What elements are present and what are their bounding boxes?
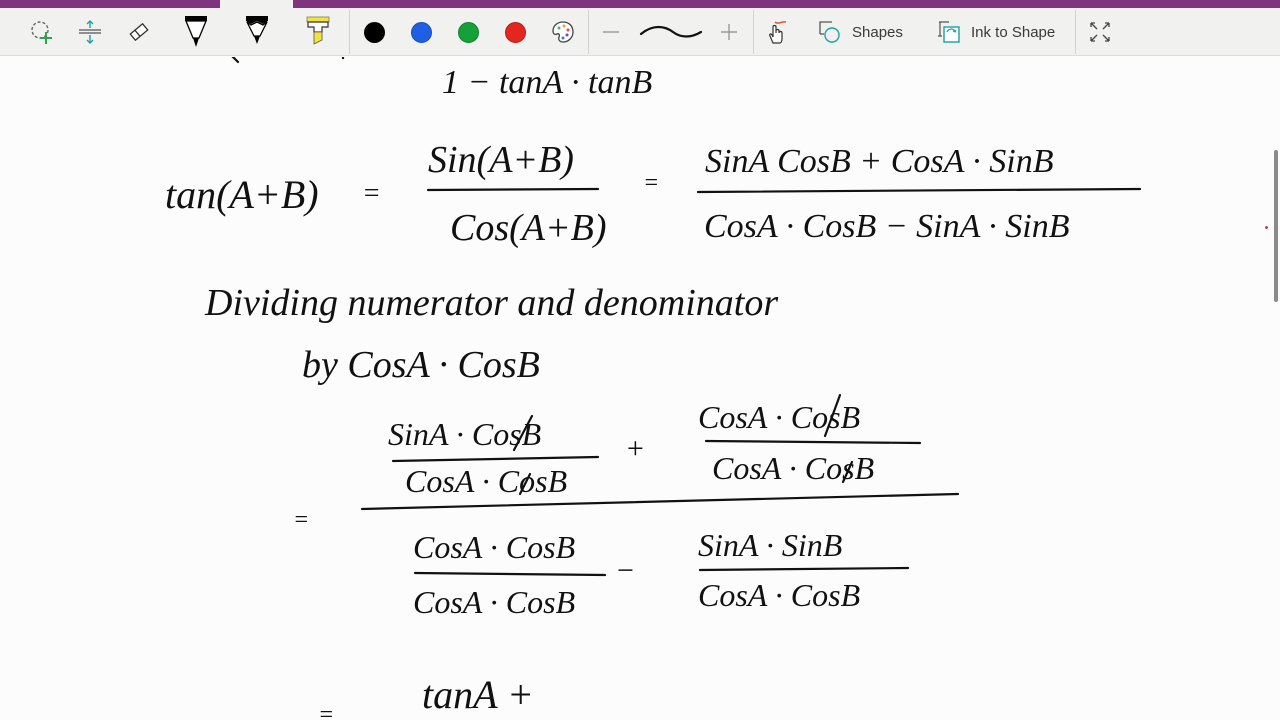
ink-to-shape-icon [938, 21, 960, 43]
shapes-label: Shapes [852, 23, 903, 41]
color-swatch-black [363, 21, 385, 43]
ink-fragment [341, 57, 345, 60]
toolbar-separator [1075, 10, 1076, 54]
eq2-term1-fraction-bar [391, 455, 600, 463]
toolbar-separator [588, 10, 589, 54]
eq3-partial: tanA + [422, 672, 534, 717]
eq1-rhs-fraction-bar [696, 187, 1142, 194]
color-black-button[interactable] [360, 8, 388, 56]
eraser-button[interactable] [121, 8, 157, 56]
decrease-thickness-button[interactable] [598, 8, 624, 56]
eraser-icon [129, 22, 149, 42]
eq2-term4-numerator: SinA · SinB [698, 527, 842, 563]
eq2-term3-denominator: CosA · CosB [413, 584, 575, 620]
ink-fragment [231, 57, 240, 64]
eq1-rhs-denominator: CosA · CosB − SinA · SinB [704, 208, 1070, 245]
eq2-minus: − [615, 554, 635, 587]
color-swatch-green [457, 21, 479, 43]
shapes-icon [819, 21, 840, 43]
minus-icon [603, 31, 619, 33]
lasso-select-button[interactable] [24, 8, 60, 56]
eq1-numerator: Sin(A+B) [428, 139, 574, 181]
fullscreen-icon [1090, 22, 1110, 42]
vertical-scrollbar[interactable] [1274, 150, 1278, 302]
draw-with-touch-button[interactable] [762, 8, 792, 56]
eq1-fraction-bar [426, 187, 600, 192]
handwritten-math: 1 − tanA · tanB tan(A+B) = Sin(A+B) Cos(… [165, 57, 1142, 720]
eq2-term4-fraction-bar [698, 566, 910, 572]
add-space-button[interactable] [72, 8, 108, 56]
note-line-2: by CosA · CosB [302, 344, 540, 386]
lasso-select-icon [31, 21, 52, 44]
eq2-term4-denominator: CosA · CosB [698, 577, 860, 613]
ink-to-shape-label: Ink to Shape [971, 23, 1056, 41]
title-bar-accent [0, 0, 1280, 8]
pen-button[interactable] [178, 8, 214, 56]
plus-icon [721, 24, 737, 40]
pencil-button[interactable] [239, 8, 275, 56]
highlighter-icon [306, 16, 330, 45]
ink-canvas[interactable]: 1 − tanA · tanB tan(A+B) = Sin(A+B) Cos(… [0, 57, 1280, 720]
pen-icon [185, 16, 207, 47]
color-green-button[interactable] [454, 8, 482, 56]
toolbar-separator [753, 10, 754, 54]
color-swatch-red [504, 21, 526, 43]
fullscreen-button[interactable] [1085, 8, 1115, 56]
more-colors-button[interactable] [548, 8, 578, 56]
highlighter-button[interactable] [300, 8, 336, 56]
ink-dot [1265, 226, 1268, 229]
eq1-equals: = [362, 178, 381, 209]
increase-thickness-button[interactable] [716, 8, 742, 56]
eq1-rhs-numerator: SinA CosB + CosA · SinB [705, 143, 1054, 180]
palette-icon [552, 21, 574, 43]
eq2-term1-numerator: SinA · CosB [388, 416, 541, 452]
shapes-button[interactable]: Shapes [818, 8, 908, 56]
active-tab-indicator [220, 0, 293, 8]
eq2-term3-fraction-bar [413, 571, 607, 577]
eq2-equals: = [293, 507, 309, 533]
eq1-lhs: tan(A+B) [165, 172, 319, 217]
eq1-equals-2: = [643, 170, 659, 196]
color-red-button[interactable] [501, 8, 529, 56]
top-partial-denominator: 1 − tanA · tanB [442, 64, 652, 101]
color-swatch-blue [410, 21, 432, 43]
eq2-plus: + [625, 432, 645, 465]
stroke-preview-icon [639, 25, 703, 38]
draw-toolbar: Shapes Ink to Shape [0, 8, 1280, 56]
color-blue-button[interactable] [407, 8, 435, 56]
note-line-1: Dividing numerator and denominator [204, 282, 778, 324]
touch-drawing-icon [769, 21, 787, 44]
eq2-term1-denominator: CosA · CosB [405, 463, 567, 499]
add-space-icon [79, 20, 101, 44]
eq1-denominator: Cos(A+B) [450, 207, 607, 249]
toolbar-separator [349, 10, 350, 54]
eq3-equals: = [318, 702, 334, 720]
eq2-term3-numerator: CosA · CosB [413, 529, 575, 565]
eq2-term2-fraction-bar [704, 439, 922, 445]
ink-to-shape-button[interactable]: Ink to Shape [937, 8, 1067, 56]
pencil-icon [246, 16, 268, 44]
stroke-thickness-preview[interactable] [636, 8, 706, 56]
